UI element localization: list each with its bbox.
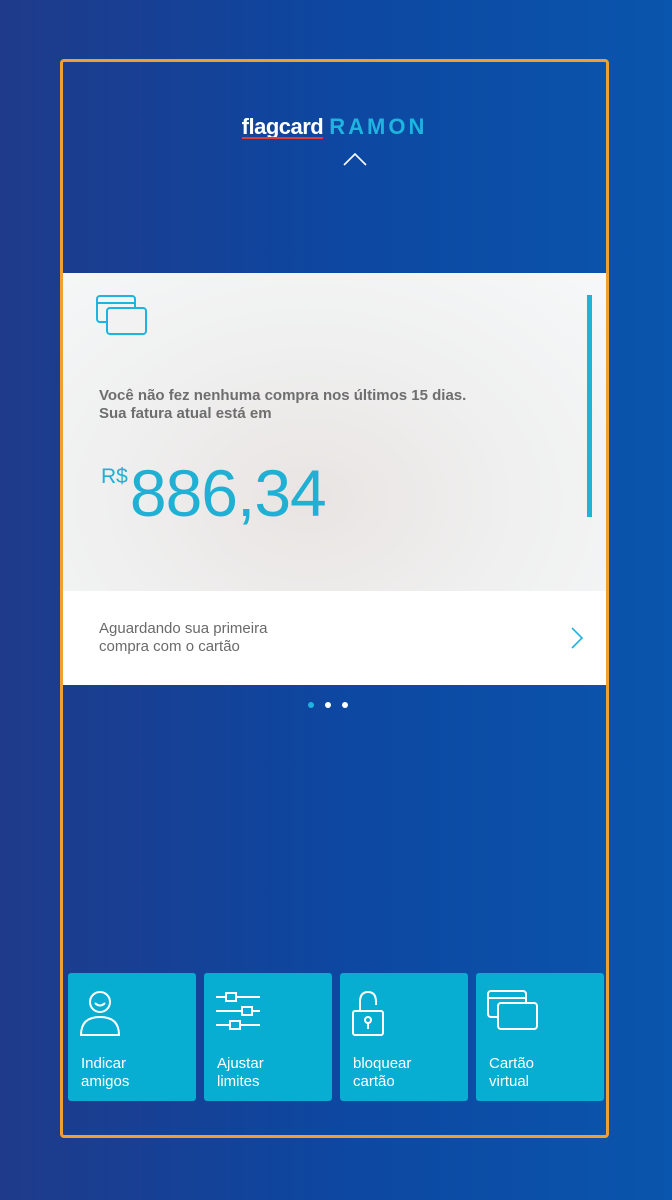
tile-label: Cartão virtual (489, 1055, 599, 1091)
user-name: RAMON (329, 114, 428, 139)
padlock-icon (352, 990, 384, 1036)
tile-label: Indicar amigos (81, 1055, 191, 1091)
refer-friends-button[interactable]: Indicar amigos (68, 973, 196, 1101)
amount-value: 886,34 (129, 456, 327, 530)
brand-logo: flagcard (241, 114, 324, 139)
card-message-line2: Sua fatura atual está em (99, 405, 272, 422)
currency-symbol: R$ (101, 465, 128, 488)
tile-label-line2: virtual (489, 1073, 530, 1090)
invoice-amount: R$886,34 (101, 455, 327, 531)
credit-card-icon (96, 295, 147, 335)
card-footer-text: Aguardando sua primeira compra com o car… (99, 620, 267, 656)
chevron-up-icon[interactable] (343, 152, 367, 166)
virtual-card-button[interactable]: Cartão virtual (476, 973, 604, 1101)
tile-label: Ajustar limites (217, 1055, 327, 1091)
invoice-card[interactable]: Você não fez nenhuma compra nos últimos … (63, 273, 606, 685)
tile-label-line2: cartão (353, 1073, 395, 1090)
card-footer-line1: Aguardando sua primeira (99, 620, 268, 637)
tile-label-line1: bloquear (353, 1055, 412, 1072)
card-message: Você não fez nenhuma compra nos últimos … (99, 387, 539, 423)
adjust-limits-button[interactable]: Ajustar limites (204, 973, 332, 1101)
header: flagcard RAMON (63, 114, 606, 140)
sliders-icon (216, 992, 260, 1030)
block-card-button[interactable]: bloquear cartão (340, 973, 468, 1101)
tile-label-line1: Indicar (81, 1055, 127, 1072)
refer-friend-icon (79, 991, 121, 1036)
card-message-line1: Você não fez nenhuma compra nos últimos … (99, 387, 467, 404)
carousel-indicator (308, 702, 348, 708)
card-footer-line2: compra com o cartão (99, 638, 240, 655)
quick-actions: Indicar amigos Ajustar limites bloquear … (68, 973, 604, 1101)
tile-label-line1: Ajustar (217, 1055, 264, 1072)
chevron-right-icon[interactable] (571, 627, 583, 649)
carousel-dot[interactable] (342, 702, 348, 708)
card-accent-bar (587, 295, 592, 517)
tile-label: bloquear cartão (353, 1055, 463, 1091)
tile-label-line2: amigos (81, 1073, 130, 1090)
tile-label-line2: limites (217, 1073, 260, 1090)
tile-label-line1: Cartão (489, 1055, 535, 1072)
carousel-dot[interactable] (325, 702, 331, 708)
carousel-dot[interactable] (308, 702, 314, 708)
virtual-card-icon (487, 990, 538, 1030)
app-frame: flagcard RAMON Você não fez nenhuma compr… (60, 59, 609, 1138)
card-footer[interactable]: Aguardando sua primeira compra com o car… (63, 591, 606, 685)
